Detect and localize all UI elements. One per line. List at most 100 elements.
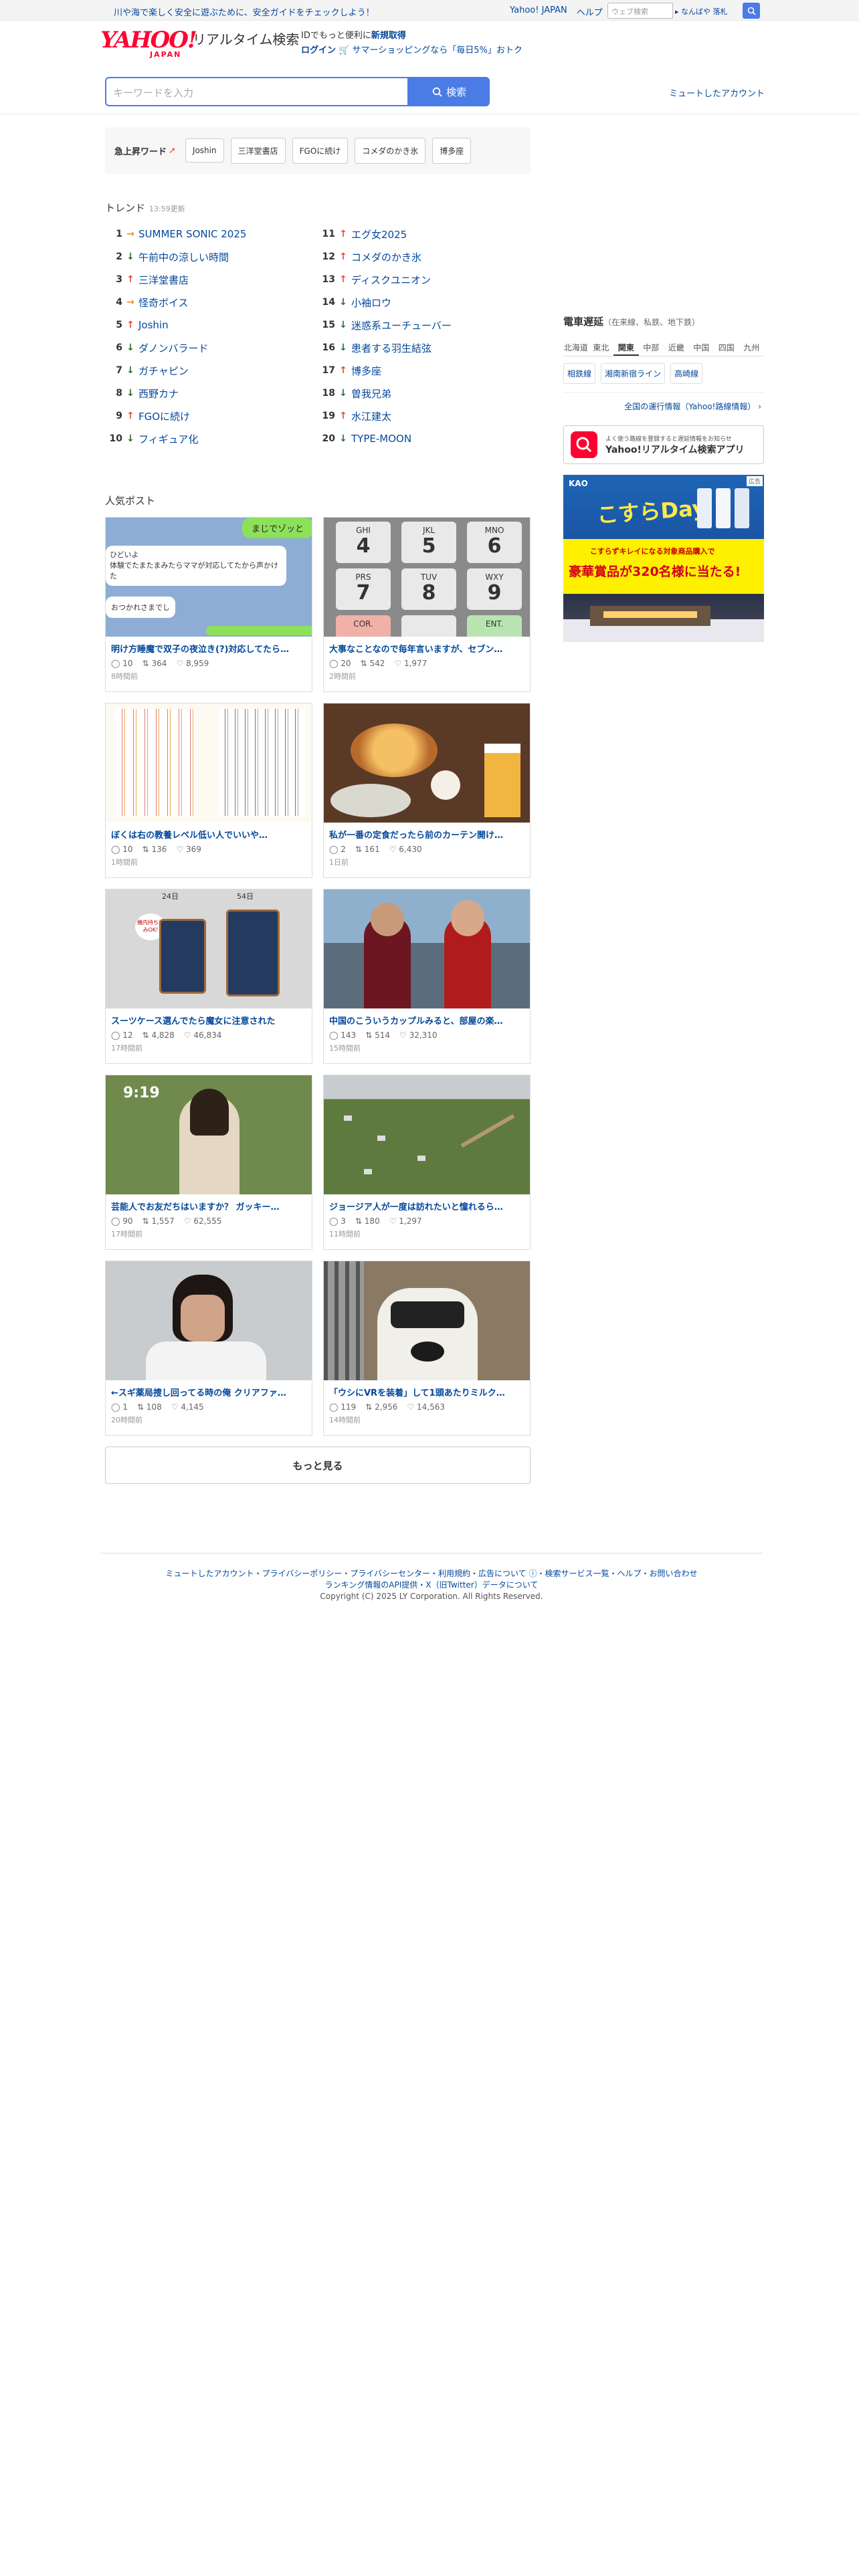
trend-item[interactable]: 18 ↓ 曽我兄弟 [318,382,531,405]
trend-text[interactable]: FGOに続け [138,409,190,423]
post-title[interactable]: ぼくは右の教養レベル低い人でいいや… [106,823,312,841]
trend-text[interactable]: エグ女2025 [351,227,407,241]
region-tab[interactable]: 中国 [689,336,714,356]
post-card[interactable]: 24日 54日 機内持ち込みOK! スーツケース選んでたら魔女に注意された ◯ … [105,889,312,1064]
yahoo-logo[interactable]: YAHOO! JAPAN [100,29,197,59]
post-title[interactable]: ←スギ薬局捜し回ってる時の俺 クリアファ… [106,1380,312,1398]
trend-text[interactable]: Joshin [138,319,169,331]
region-tab[interactable]: 中部 [639,336,664,356]
post-title[interactable]: 芸能人でお友だちはいますか？ ガッキー… [106,1194,312,1212]
trend-text[interactable]: 怪奇ボイス [138,296,189,310]
web-search-keywords[interactable]: ▸ なんばや 落札 [673,3,743,19]
trend-text[interactable]: SUMMER SONIC 2025 [138,228,246,240]
trend-text[interactable]: 小袖ロウ [351,296,391,310]
muted-accounts-link[interactable]: ミュートしたアカウント [669,86,765,99]
trend-item[interactable]: 13 ↑ ディスクユニオン [318,268,531,291]
trend-item[interactable]: 5 ↑ Joshin [105,314,318,336]
trend-item[interactable]: 10 ↓ フィギュア化 [105,427,318,450]
trend-text[interactable]: 西野カナ [138,387,179,401]
trend-text[interactable]: TYPE-MOON [351,433,411,445]
trend-item[interactable]: 11 ↑ エグ女2025 [318,223,531,245]
post-card[interactable]: ←スギ薬局捜し回ってる時の俺 クリアファ… ◯ 1 ⇅ 108 ♡ 4,145 … [105,1261,312,1436]
trend-item[interactable]: 8 ↓ 西野カナ [105,382,318,405]
login-link[interactable]: ログイン [301,45,336,56]
trend-item[interactable]: 15 ↓ 迷惑系ユーチューバー [318,314,531,336]
trend-text[interactable]: 曽我兄弟 [351,387,391,401]
replies: ◯ 20 [329,659,351,668]
post-card[interactable]: 「ウシにVRを装着」して1頭あたりミルク… ◯ 119 ⇅ 2,956 ♡ 14… [323,1261,531,1436]
region-tab[interactable]: 九州 [739,336,765,356]
trend-text[interactable]: 三洋堂書店 [138,273,189,287]
line-link[interactable]: 湘南新宿ライン [601,363,666,384]
urgent-chip[interactable]: コメダのかき氷 [355,137,426,164]
trend-item[interactable]: 3 ↑ 三洋堂書店 [105,268,318,291]
post-card[interactable]: ぼくは右の教養レベル低い人でいいや… ◯ 10 ⇅ 136 ♡ 369 1時間前 [105,703,312,878]
yahoo-japan-link[interactable]: Yahoo! JAPAN [510,5,567,18]
trend-text[interactable]: 迷惑系ユーチューバー [351,318,452,332]
region-tab[interactable]: 近畿 [664,336,689,356]
region-tab[interactable]: 四国 [714,336,739,356]
post-card[interactable]: GHI 4 JKL 5 MNO 6 PRS 7 TUV 8 WXY 9 COR. ENT. 大事なことなの… [323,517,531,692]
post-card[interactable]: まじでゾッと ひどいよ 体験でたまたまみたらママが対応してたから声かけた おつか… [105,517,312,692]
line-link[interactable]: 高崎線 [670,363,703,384]
trend-text[interactable]: 博多座 [351,364,381,378]
safety-guide-link[interactable]: 川や海で楽しく安全に遊ぶために、安全ガイドをチェックしよう！ [114,5,375,18]
trend-item[interactable]: 4 → 怪奇ボイス [105,291,318,314]
promo-link[interactable]: サマーショッピングなら「毎日5%」おトク [352,45,522,56]
trend-text[interactable]: ダノンバラード [138,341,209,355]
urgent-chip[interactable]: FGOに続け [292,137,349,164]
trend-text[interactable]: 患者する羽生結弦 [351,341,432,355]
trend-up-icon: ↑ [339,229,347,239]
trend-text[interactable]: 午前中の涼しい時間 [138,250,229,264]
post-title[interactable]: ジョージア人が一度は訪れたいと憧れるら… [324,1194,530,1212]
trend-item[interactable]: 19 ↑ 水江建太 [318,405,531,427]
trend-text[interactable]: ガチャピン [138,364,189,378]
post-title[interactable]: 私が一番の定食だったら前のカーテン開け… [324,823,530,841]
trend-item[interactable]: 9 ↑ FGOに続け [105,405,318,427]
footer-links-2[interactable]: ランキング情報のAPI提供・X（旧Twitter）データについて [100,1580,763,1591]
trend-item[interactable]: 6 ↓ ダノンバラード [105,336,318,359]
line-link[interactable]: 相鉄線 [563,363,596,384]
urgent-chip[interactable]: 三洋堂書店 [230,137,286,164]
post-title[interactable]: 明け方睡魔で双子の夜泣き(?)対応してたら… [106,637,312,655]
post-title[interactable]: 大事なことなので毎年言いますが、セブン… [324,637,530,655]
post-card[interactable]: 私が一番の定食だったら前のカーテン開け… ◯ 2 ⇅ 161 ♡ 6,430 1… [323,703,531,878]
search-button[interactable]: 検索 [409,77,490,106]
post-card[interactable]: ジョージア人が一度は訪れたいと憧れるら… ◯ 3 ⇅ 180 ♡ 1,297 1… [323,1075,531,1250]
trend-item[interactable]: 7 ↓ ガチャピン [105,359,318,382]
post-title[interactable]: 中国のこういうカップルみると、部屋の楽… [324,1008,530,1027]
trend-item[interactable]: 2 ↓ 午前中の涼しい時間 [105,245,318,268]
trend-item[interactable]: 1 → SUMMER SONIC 2025 [105,223,318,245]
region-tab[interactable]: 北海道 [563,336,589,356]
search-input[interactable]: キーワードを入力 [105,77,409,106]
app-banner[interactable]: よく使う路線を登録すると遅延情報をお知らせ Yahoo!リアルタイム検索アプリ [563,425,764,464]
web-search-input[interactable]: ウェブ検索 [607,3,673,19]
trend-text[interactable]: ディスクユニオン [351,273,431,287]
trend-text[interactable]: フィギュア化 [138,432,198,446]
trend-text[interactable]: 水江建太 [351,409,391,423]
trend-down-icon: ↓ [126,251,134,262]
key-letters: GHI [356,526,371,535]
region-tab[interactable]: 東北 [589,336,614,356]
trend-item[interactable]: 14 ↓ 小袖ロウ [318,291,531,314]
post-title[interactable]: スーツケース選んでたら魔女に注意された [106,1008,312,1027]
trend-rank: 17 [322,365,335,376]
post-title[interactable]: 「ウシにVRを装着」して1頭あたりミルク… [324,1380,530,1398]
region-tab[interactable]: 関東 [613,336,639,356]
urgent-chip[interactable]: 博多座 [432,137,472,164]
help-link[interactable]: ヘルプ [577,5,603,18]
register-link[interactable]: 新規取得 [371,31,406,41]
post-card[interactable]: 9:19 芸能人でお友だちはいますか？ ガッキー… ◯ 90 ⇅ 1,557 ♡… [105,1075,312,1250]
national-info-link[interactable]: 全国の運行情報（Yahoo!路線情報） [624,402,755,411]
trend-item[interactable]: 12 ↑ コメダのかき氷 [318,245,531,268]
trend-item[interactable]: 20 ↓ TYPE-MOON [318,427,531,450]
footer-links[interactable]: ミュートしたアカウント・プライバシーポリシー・プライバシーセンター・利用規約・広… [100,1568,763,1580]
post-card[interactable]: 中国のこういうカップルみると、部屋の楽… ◯ 143 ⇅ 514 ♡ 32,31… [323,889,531,1064]
trend-item[interactable]: 17 ↑ 博多座 [318,359,531,382]
urgent-chip[interactable]: Joshin [185,138,224,163]
advertisement[interactable]: 広告 KAO こすらDay こすらずキレイになる対象商品購入で 豪華賞品が320… [563,475,764,642]
load-more-button[interactable]: もっと見る [105,1446,531,1484]
trend-text[interactable]: コメダのかき氷 [351,250,421,264]
trend-item[interactable]: 16 ↓ 患者する羽生結弦 [318,336,531,359]
web-search-button[interactable] [743,3,760,19]
